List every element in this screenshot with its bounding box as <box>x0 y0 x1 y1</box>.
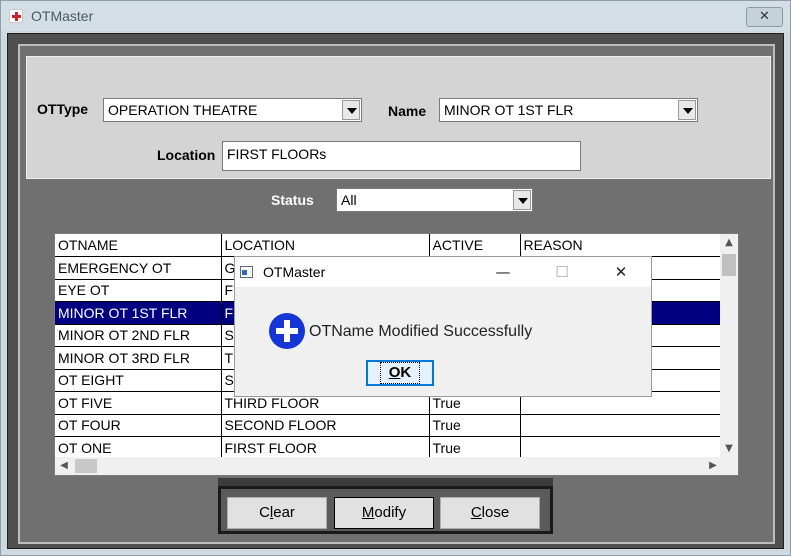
cell-col-0: MINOR OT 1ST FLR <box>55 301 222 325</box>
cell-col-1: LOCATION <box>221 234 430 257</box>
cell-col-0: EYE OT <box>55 279 222 302</box>
cell-col-3 <box>520 436 723 460</box>
dialog-app-icon <box>240 266 253 278</box>
modify-button[interactable]: Modify <box>334 497 434 529</box>
cell-col-0: MINOR OT 2ND FLR <box>55 324 222 347</box>
cell-col-0: OT FIVE <box>55 391 222 415</box>
close-button[interactable]: Close <box>440 497 540 529</box>
blue-plus-info-icon <box>269 313 305 349</box>
name-label: Name <box>388 103 427 119</box>
close-label-mnemonic: C <box>470 504 482 521</box>
button-bar-edge <box>218 478 553 486</box>
scroll-corner <box>720 457 738 475</box>
name-value: MINOR OT 1ST FLR <box>444 102 574 118</box>
ok-label-post: K <box>400 364 412 381</box>
title-bar: OTMaster ✕ <box>1 1 790 31</box>
scroll-down-icon[interactable]: ▼ <box>720 440 738 458</box>
minimize-icon[interactable]: — <box>483 261 523 283</box>
grid-header-row[interactable]: OTNAME LOCATION ACTIVE REASON <box>55 234 723 257</box>
table-row[interactable]: OT FOUR SECOND FLOOR True <box>55 414 723 437</box>
cell-col-0: OTNAME <box>55 234 222 257</box>
location-field[interactable]: FIRST FLOORs <box>222 141 581 171</box>
clear-label-post: ear <box>273 504 295 521</box>
window-title: OTMaster <box>31 8 94 24</box>
cell-col-2: True <box>429 436 521 460</box>
dialog-close-icon[interactable]: ✕ <box>601 261 641 283</box>
close-label-post: lose <box>481 504 510 521</box>
ottype-label: OTType <box>37 101 89 117</box>
cell-col-2: ACTIVE <box>429 234 521 257</box>
vertical-scrollbar[interactable]: ▲ ▼ <box>720 234 738 458</box>
cell-col-0: OT EIGHT <box>55 369 222 392</box>
dialog-message: OTName Modified Successfully <box>309 323 533 340</box>
cell-col-0: OT ONE <box>55 436 222 460</box>
otmaster-window: OTMaster ✕ OTType OPERATION THEATRE Name… <box>0 0 791 556</box>
cell-col-1: FIRST FLOOR <box>221 436 430 460</box>
window-close-button[interactable]: ✕ <box>746 7 783 27</box>
status-combo[interactable]: All <box>336 188 533 212</box>
horizontal-scroll-thumb[interactable] <box>75 459 97 473</box>
message-dialog: OTMaster — ☐ ✕ OTName Modified Successfu… <box>234 256 652 397</box>
horizontal-scrollbar[interactable]: ◀ ▶ <box>55 457 738 475</box>
button-bar: Clear Modify Close <box>218 486 553 534</box>
name-combo[interactable]: MINOR OT 1ST FLR <box>439 98 698 122</box>
dialog-title: OTMaster <box>263 264 326 280</box>
ok-label-mnemonic: O <box>388 364 401 381</box>
cell-col-0: MINOR OT 3RD FLR <box>55 346 222 370</box>
table-row[interactable]: OT ONE FIRST FLOOR True <box>55 436 723 460</box>
name-dropdown-arrow-icon[interactable] <box>678 100 696 120</box>
ottype-dropdown-arrow-icon[interactable] <box>342 100 360 120</box>
status-value: All <box>341 192 357 208</box>
clear-label-pre: C <box>259 504 270 521</box>
ottype-value: OPERATION THEATRE <box>108 102 258 118</box>
status-dropdown-arrow-icon[interactable] <box>513 190 531 210</box>
maximize-icon: ☐ <box>555 263 569 281</box>
ottype-combo[interactable]: OPERATION THEATRE <box>103 98 362 122</box>
modify-label-mnemonic: M <box>361 504 375 521</box>
ok-label: OK <box>379 362 421 384</box>
criteria-panel: OTType OPERATION THEATRE Name MINOR OT 1… <box>26 56 771 179</box>
cell-col-2: True <box>429 414 521 437</box>
cell-col-1: SECOND FLOOR <box>221 414 430 437</box>
ok-button[interactable]: OK <box>366 360 434 386</box>
cell-col-3 <box>520 414 723 437</box>
modify-label-post: odify <box>374 504 407 521</box>
scroll-up-icon[interactable]: ▲ <box>720 234 738 252</box>
status-label: Status <box>271 192 314 208</box>
vertical-scroll-thumb[interactable] <box>722 254 736 276</box>
cell-col-0: EMERGENCY OT <box>55 256 222 280</box>
scroll-left-icon[interactable]: ◀ <box>55 457 73 475</box>
clear-button[interactable]: Clear <box>227 497 327 529</box>
cell-col-0: OT FOUR <box>55 414 222 437</box>
red-cross-icon <box>9 9 23 23</box>
location-label: Location <box>157 147 216 163</box>
cell-col-3: REASON <box>520 234 723 257</box>
dialog-title-bar: OTMaster — ☐ ✕ <box>235 257 651 287</box>
